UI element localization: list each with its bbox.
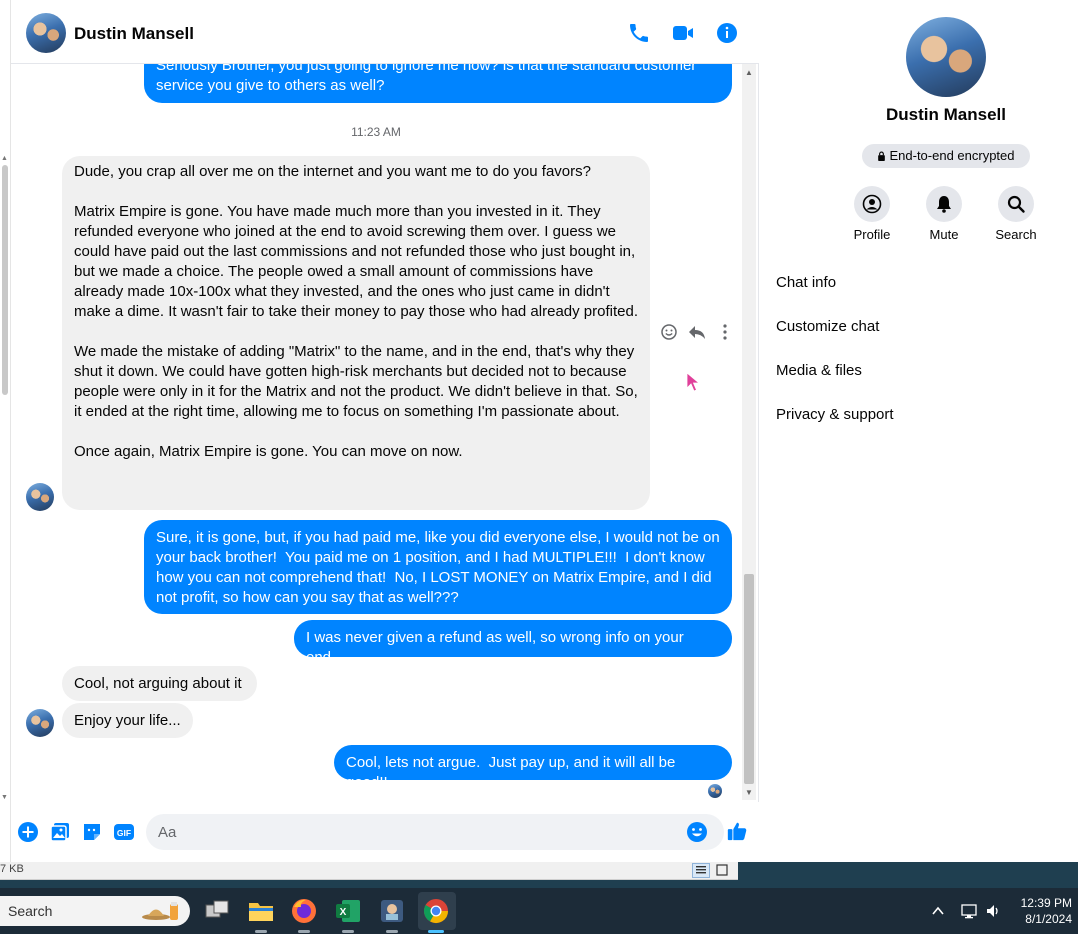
profile-icon[interactable] xyxy=(854,186,890,222)
plus-icon[interactable] xyxy=(17,821,39,843)
search-action[interactable]: Search xyxy=(986,186,1046,242)
menu-privacy-support[interactable]: Privacy & support xyxy=(776,406,894,423)
message-actions xyxy=(659,322,739,346)
reply-icon[interactable] xyxy=(687,322,707,342)
lock-icon xyxy=(878,151,886,161)
encryption-badge[interactable]: End-to-end encrypted xyxy=(862,144,1030,168)
background-window-edge: ▲ ▼ xyxy=(0,0,11,862)
background-scrollbar-thumb[interactable] xyxy=(2,165,8,395)
message-input-box[interactable] xyxy=(146,814,724,850)
running-indicator xyxy=(298,930,310,933)
gif-icon[interactable]: GIF xyxy=(113,821,135,843)
incoming-message[interactable]: Enjoy your life... xyxy=(62,703,193,738)
system-clock[interactable]: 12:39 PM 8/1/2024 xyxy=(1010,895,1072,927)
volume-icon[interactable] xyxy=(984,902,1002,920)
profile-action[interactable]: Profile xyxy=(842,186,902,242)
excel-icon[interactable]: X xyxy=(333,896,363,933)
taskbar-search-label: Search xyxy=(8,903,53,919)
outgoing-message[interactable]: I was never given a refund as well, so w… xyxy=(294,620,732,666)
taskbar: Search X 12:39 PM 8/1/2024 xyxy=(0,888,1078,934)
message-composer: GIF xyxy=(11,802,759,862)
sticker-icon[interactable] xyxy=(81,821,103,843)
contact-avatar[interactable] xyxy=(26,13,66,53)
react-icon[interactable] xyxy=(659,322,679,342)
search-action-label: Search xyxy=(995,227,1037,242)
video-camera-icon[interactable] xyxy=(671,21,695,45)
message-scrollbar[interactable]: ▲ ▼ xyxy=(742,64,756,800)
menu-media-files[interactable]: Media & files xyxy=(776,362,862,379)
search-icon[interactable] xyxy=(998,186,1034,222)
details-view-icon[interactable] xyxy=(692,863,710,878)
svg-text:GIF: GIF xyxy=(117,828,131,838)
mouse-cursor-icon xyxy=(686,372,700,392)
encryption-label: End-to-end encrypted xyxy=(889,148,1015,163)
contact-avatar-small[interactable] xyxy=(26,709,54,737)
menu-chat-info[interactable]: Chat info xyxy=(776,274,836,291)
chat-header: Dustin Mansell xyxy=(11,0,759,64)
file-explorer-icon[interactable] xyxy=(246,896,276,933)
profile-avatar[interactable] xyxy=(906,17,986,97)
message-input[interactable] xyxy=(158,814,678,850)
outgoing-message[interactable]: Seriously Brother, you just going to ign… xyxy=(144,64,732,103)
scroll-down-arrow-icon[interactable]: ▼ xyxy=(1,794,8,801)
info-icon[interactable] xyxy=(715,21,739,45)
running-indicator xyxy=(428,930,444,933)
scroll-down-arrow-icon[interactable]: ▼ xyxy=(745,788,753,797)
taskbar-search-box[interactable]: Search xyxy=(0,896,190,926)
emoji-icon[interactable] xyxy=(686,821,708,843)
incoming-message[interactable]: Dude, you crap all over me on the intern… xyxy=(62,156,650,510)
file-size-text: 7 KB xyxy=(0,863,24,875)
network-icon[interactable] xyxy=(960,902,978,920)
mute-action-label: Mute xyxy=(929,227,959,242)
photo-viewer-icon[interactable] xyxy=(377,896,407,933)
chat-info-panel: Dustin Mansell End-to-end encrypted Prof… xyxy=(760,0,1078,862)
chevron-up-icon[interactable] xyxy=(929,902,947,920)
running-indicator xyxy=(386,930,398,933)
scrollbar-thumb[interactable] xyxy=(744,574,754,784)
outgoing-message[interactable]: Cool, lets not argue. Just pay up, and i… xyxy=(334,745,732,791)
profile-name: Dustin Mansell xyxy=(886,105,1006,124)
bell-icon[interactable] xyxy=(926,186,962,222)
outgoing-message[interactable]: Sure, it is gone, but, if you had paid m… xyxy=(144,520,732,614)
mute-action[interactable]: Mute xyxy=(914,186,974,242)
message-timestamp: 11:23 AM xyxy=(351,125,401,139)
tiles-view-icon[interactable] xyxy=(714,863,730,878)
thumbs-up-icon[interactable] xyxy=(726,820,750,844)
task-view-icon[interactable] xyxy=(202,896,232,926)
more-options-icon[interactable] xyxy=(715,322,735,342)
svg-text:X: X xyxy=(340,907,347,918)
chat-pane: Dustin Mansell Seriously Brother, you ju… xyxy=(11,0,759,862)
image-icon[interactable] xyxy=(49,821,71,843)
scroll-up-arrow-icon[interactable]: ▲ xyxy=(1,155,8,162)
scroll-up-arrow-icon[interactable]: ▲ xyxy=(745,68,753,77)
clock-time: 12:39 PM xyxy=(1020,896,1072,910)
contact-name[interactable]: Dustin Mansell xyxy=(74,24,194,44)
search-highlight-icon xyxy=(142,902,178,920)
chrome-icon[interactable] xyxy=(421,896,451,933)
background-status-strip: 7 KB xyxy=(0,862,1078,888)
incoming-message[interactable]: Cool, not arguing about it xyxy=(62,666,257,701)
running-indicator xyxy=(342,930,354,933)
menu-customize-chat[interactable]: Customize chat xyxy=(776,318,879,335)
file-status-bar: 7 KB xyxy=(0,862,738,880)
contact-avatar-small[interactable] xyxy=(26,483,54,511)
clock-date: 8/1/2024 xyxy=(1025,912,1072,926)
phone-icon[interactable] xyxy=(627,21,651,45)
running-indicator xyxy=(255,930,267,933)
message-list[interactable]: Seriously Brother, you just going to ign… xyxy=(11,64,759,802)
seen-receipt-avatar xyxy=(708,784,722,798)
profile-action-label: Profile xyxy=(853,227,891,242)
firefox-icon[interactable] xyxy=(289,896,319,933)
